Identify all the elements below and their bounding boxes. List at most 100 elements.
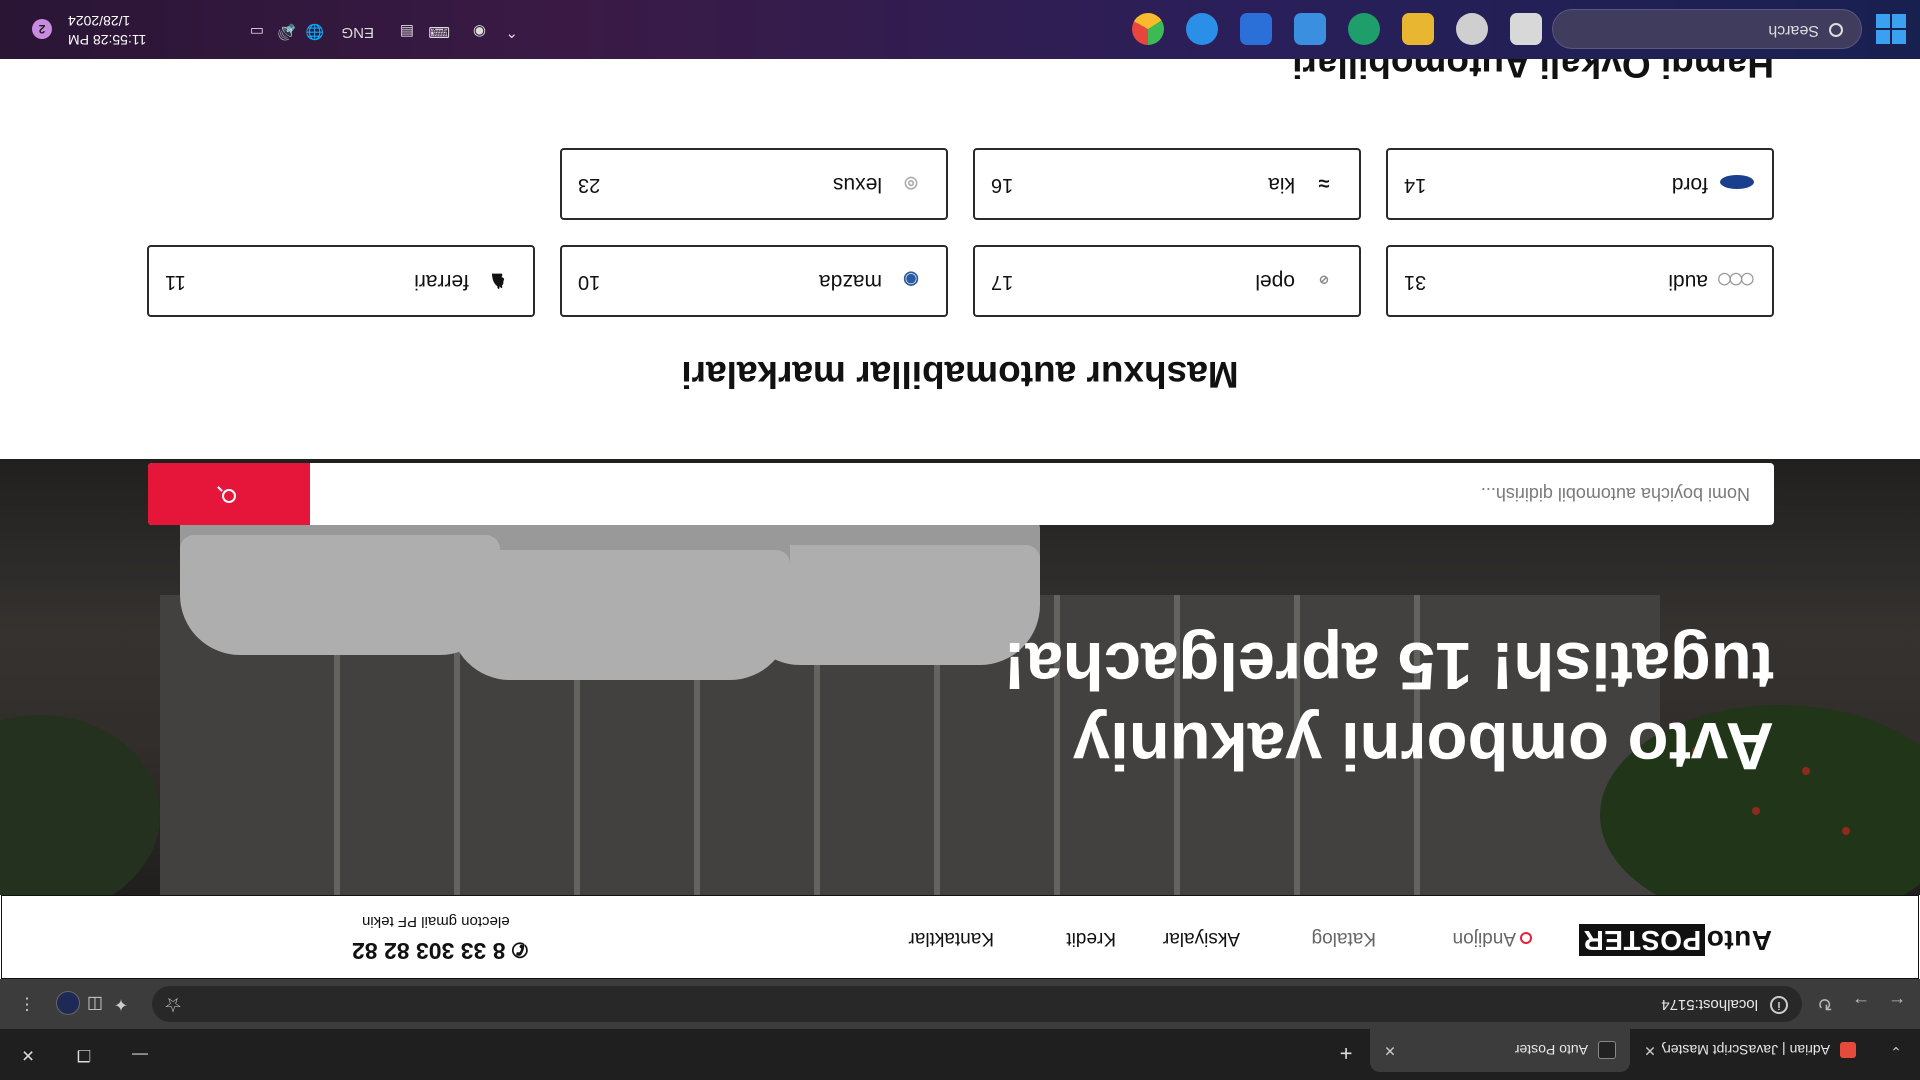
brand-name: opel [1255, 270, 1295, 293]
app-icon[interactable] [1456, 13, 1488, 45]
brands-title: Mashxur automabillar markalari [681, 354, 1239, 395]
widgets-icon[interactable]: ▤ [400, 23, 414, 41]
hero-title: Avto omborni yakuniy tugatish! 15 aprelg… [1003, 628, 1774, 783]
nav-city-select[interactable]: Andijon [1453, 927, 1532, 949]
clock-time: 11:55:28 PM [68, 32, 147, 48]
browser-tabstrip: ⌄ Adrian | JavaScript Mastery Por ✕ Auto… [0, 1029, 1920, 1080]
ford-oval-icon [1720, 170, 1754, 196]
auto-poster-favicon-icon [1598, 1041, 1616, 1060]
tab-search-chevron-icon[interactable]: ⌄ [1882, 1038, 1910, 1066]
phone-icon: ✆ [511, 938, 529, 960]
hero-banner: Avto omborni yakuniy tugatish! 15 aprelg… [0, 459, 1920, 895]
brand-count: 11 [165, 271, 186, 293]
tab-title: Adrian | JavaScript Mastery Por [1662, 1042, 1830, 1059]
chrome-icon[interactable] [1132, 13, 1164, 45]
nav-link-catalog[interactable]: Katalog [1312, 927, 1376, 949]
close-tab-icon[interactable]: ✕ [1638, 1042, 1662, 1059]
site-header: Auto POSTER Andijon Katalog Aksiyalar Kr… [1, 895, 1919, 979]
brand-name: kia [1268, 173, 1295, 196]
lexus-emblem-icon: ◎ [904, 175, 918, 192]
restore-window-icon[interactable]: ❐ [56, 1036, 112, 1072]
opel-bolt-icon: ⊘ [1318, 273, 1330, 287]
portfolio-favicon-icon [1840, 1042, 1856, 1059]
back-arrow-icon[interactable]: ← [1882, 989, 1912, 1019]
reload-icon[interactable]: ↻ [1810, 989, 1840, 1019]
taskbar-clock[interactable]: 11:55:28 PM 1/28/2024 [68, 11, 146, 49]
location-pin-icon [1520, 932, 1532, 944]
task-view-icon[interactable] [1510, 13, 1542, 45]
brands-section: Mashxur automabillar markalari ◯◯◯ audi … [0, 59, 1920, 459]
kia-wordmark-icon: ≈ [1318, 172, 1330, 194]
volume-icon[interactable]: 🔊 [277, 23, 296, 41]
browser-tab-auto-poster[interactable]: Auto Poster ✕ [1370, 1029, 1630, 1072]
windows-start-icon[interactable] [1876, 14, 1906, 44]
search-icon [1829, 23, 1843, 37]
auto-poster-logo[interactable]: Auto POSTER [1579, 924, 1772, 956]
brand-card-ford[interactable]: ford 14 [1386, 148, 1774, 220]
brand-count: 16 [991, 174, 1014, 196]
extensions-icon[interactable]: ✦ [108, 991, 134, 1017]
brand-count: 10 [578, 271, 601, 293]
new-tab-button[interactable]: + [1332, 1038, 1360, 1066]
tray-app-icon[interactable]: ◉ [473, 23, 486, 41]
bookmark-star-icon[interactable]: ☆ [164, 992, 182, 1017]
battery-icon[interactable]: ▭ [250, 23, 264, 41]
nav-link-credit[interactable]: Kredit [1066, 927, 1116, 949]
audi-rings-icon: ◯◯◯ [1719, 273, 1754, 287]
phone-number[interactable]: ✆8 33 303 82 82 [352, 937, 528, 964]
browser-tab-portfolio[interactable]: Adrian | JavaScript Mastery Por ✕ [1630, 1029, 1870, 1072]
search-icon [222, 489, 236, 503]
car-search-bar [148, 463, 1774, 525]
site-info-icon[interactable]: i [1770, 996, 1788, 1014]
phone-note: electon gmail PF tekin [362, 913, 510, 930]
forward-arrow-icon[interactable]: → [1846, 989, 1876, 1019]
show-hidden-icons-chevron-icon[interactable]: ⌃ [505, 23, 518, 41]
search-button[interactable] [148, 463, 310, 525]
ferrari-horse-icon: ♞ [489, 269, 507, 291]
tab-title: Auto Poster [1514, 1042, 1588, 1059]
url-text[interactable]: localhost:5174 [1661, 996, 1758, 1013]
close-window-icon[interactable]: ✕ [0, 1036, 56, 1072]
clock-date: 1/28/2024 [68, 13, 131, 29]
app-icon[interactable] [1186, 13, 1218, 45]
brand-card-ferrari[interactable]: ♞ ferrari 11 [147, 245, 535, 317]
brand-name: mazda [818, 270, 882, 293]
nav-city-label: Andijon [1452, 928, 1516, 949]
brand-name: ford [1671, 173, 1708, 196]
nav-link-contacts[interactable]: Kantaktlar [908, 927, 994, 949]
side-panel-icon[interactable]: ◫ [82, 991, 108, 1017]
profile-avatar[interactable] [56, 991, 80, 1015]
brand-name: audi [1668, 270, 1708, 293]
address-bar[interactable]: i localhost:5174 ☆ [152, 986, 1802, 1022]
minimize-window-icon[interactable]: — [112, 1036, 168, 1072]
brand-card-lexus[interactable]: ◎ lexus 23 [560, 148, 948, 220]
app-icon[interactable] [1348, 13, 1380, 45]
browser-toolbar: ← → ↻ i localhost:5174 ☆ ✦ ◫ ⋮ [0, 979, 1920, 1029]
next-section-title: Hamgi Ovkali Automobillari [1292, 59, 1774, 85]
nav-link-promotions[interactable]: Aksiyalar [1163, 927, 1240, 949]
language-indicator[interactable]: ENG [341, 24, 374, 41]
mazda-wing-icon: ◉ [903, 270, 919, 290]
file-explorer-icon[interactable] [1402, 13, 1434, 45]
brand-count: 31 [1404, 271, 1427, 293]
brand-card-audi[interactable]: ◯◯◯ audi 31 [1386, 245, 1774, 317]
brand-count: 23 [578, 174, 601, 196]
brand-count: 17 [991, 271, 1014, 293]
brand-card-kia[interactable]: ≈ kia 16 [973, 148, 1361, 220]
keyboard-icon[interactable]: ⌨ [428, 23, 450, 41]
page-viewport: Auto POSTER Andijon Katalog Aksiyalar Kr… [0, 59, 1920, 979]
network-globe-icon[interactable]: 🌐 [305, 23, 324, 41]
phone-text: 8 33 303 82 82 [352, 938, 506, 964]
menu-dots-icon[interactable]: ⋮ [14, 991, 40, 1017]
brand-card-opel[interactable]: ⊘ opel 17 [973, 245, 1361, 317]
taskbar-search[interactable]: Search [1552, 9, 1862, 49]
car-search-input[interactable] [314, 463, 1774, 525]
brand-card-mazda[interactable]: ◉ mazda 10 [560, 245, 948, 317]
app-icon[interactable] [1294, 13, 1326, 45]
logo-text-poster: POSTER [1579, 924, 1706, 956]
brand-name: lexus [832, 173, 882, 196]
notification-badge[interactable]: 2 [32, 19, 52, 39]
brand-name: ferrari [414, 270, 469, 293]
vscode-icon[interactable] [1240, 13, 1272, 45]
close-tab-icon[interactable]: ✕ [1378, 1042, 1402, 1059]
